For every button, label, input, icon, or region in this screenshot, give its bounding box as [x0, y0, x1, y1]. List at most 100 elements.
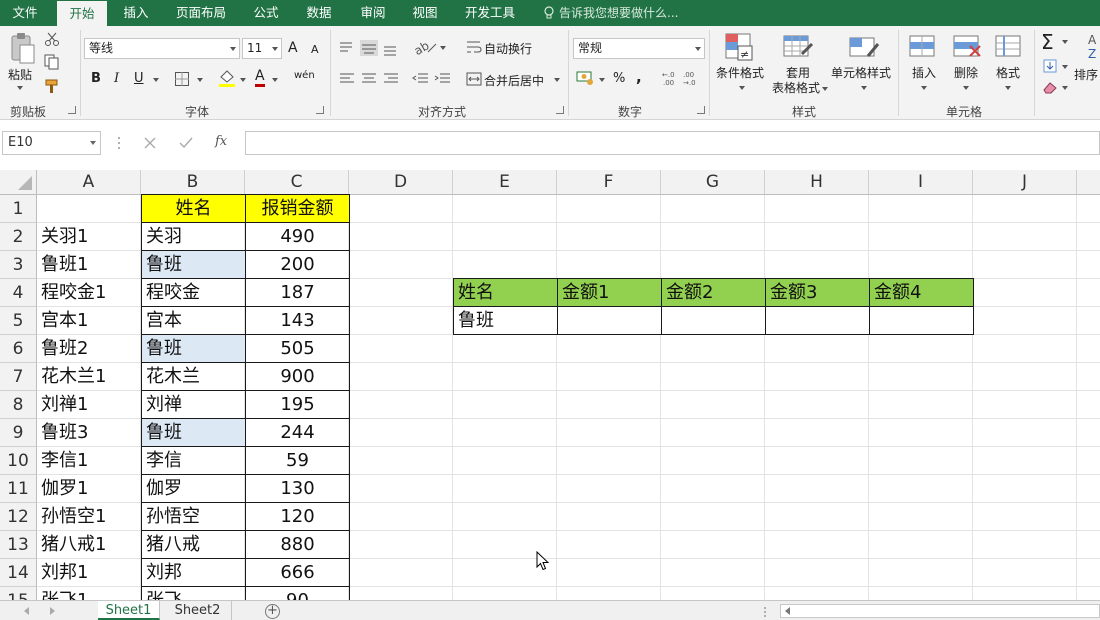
tab-home[interactable]: 开始 — [57, 1, 107, 26]
tab-view[interactable]: 视图 — [402, 0, 448, 26]
insert-cells-icon[interactable] — [908, 32, 938, 62]
cell-c14[interactable]: 666 — [245, 558, 350, 587]
autosum-button[interactable]: Σ — [1041, 30, 1054, 54]
paste-button[interactable]: 粘贴 — [8, 66, 32, 83]
decimal-buttons-icon[interactable]: ←.0.00.00→.0 — [662, 69, 702, 87]
paste-icon[interactable] — [8, 31, 36, 65]
row-header-9[interactable]: 9 — [0, 419, 37, 447]
bold-button[interactable]: B — [91, 71, 101, 86]
format-dropdown-icon[interactable] — [1005, 86, 1011, 90]
cancel-formula-icon[interactable] — [143, 136, 157, 150]
font-size-combo[interactable]: 11 — [242, 38, 282, 59]
name-box[interactable]: E10 — [2, 131, 101, 155]
cell-b9[interactable]: 鲁班 — [141, 418, 246, 447]
cell-b7[interactable]: 花木兰 — [141, 362, 246, 391]
clear-icon[interactable] — [1042, 80, 1058, 94]
insert-dropdown-icon[interactable] — [921, 86, 927, 90]
cell-c4[interactable]: 187 — [245, 278, 350, 307]
cell-styles-dropdown-icon[interactable] — [861, 86, 867, 90]
borders-icon[interactable] — [174, 71, 190, 87]
cell-c2[interactable]: 490 — [245, 222, 350, 251]
sort-filter-button[interactable]: 排序 — [1074, 66, 1098, 83]
cell-styles-button[interactable]: 单元格样式 — [830, 66, 892, 81]
percent-button[interactable]: % — [613, 71, 625, 86]
tab-formulas[interactable]: 公式 — [244, 0, 288, 26]
horizontal-align-icons[interactable] — [338, 72, 404, 86]
cell-a13[interactable]: 猪八戒1 — [37, 531, 140, 559]
row-header-8[interactable]: 8 — [0, 391, 37, 419]
underline-dropdown-icon[interactable] — [153, 78, 159, 82]
format-as-table-icon[interactable] — [782, 32, 814, 64]
column-header-c[interactable]: C — [245, 170, 349, 195]
column-header-i[interactable]: I — [869, 170, 973, 195]
alignment-launcher-icon[interactable] — [556, 106, 564, 114]
cell-a12[interactable]: 孙悟空1 — [37, 503, 140, 531]
conditional-formatting-button[interactable]: 条件格式 — [712, 66, 768, 81]
cell-h5-lookup-value[interactable] — [765, 306, 870, 335]
cell-c15[interactable]: 90 — [245, 586, 350, 600]
vertical-align-icons[interactable] — [338, 40, 404, 56]
delete-cells-button[interactable]: 删除 — [946, 66, 986, 81]
tab-page-layout[interactable]: 页面布局 — [168, 0, 234, 26]
borders-dropdown-icon[interactable] — [197, 78, 203, 82]
column-header-f[interactable]: F — [557, 170, 661, 195]
cell-c11[interactable]: 130 — [245, 474, 350, 503]
fill-dropdown-icon[interactable] — [1062, 65, 1068, 69]
cell-a10[interactable]: 李信1 — [37, 447, 140, 475]
cell-a7[interactable]: 花木兰1 — [37, 363, 140, 391]
add-sheet-icon[interactable]: + — [265, 604, 280, 619]
column-header-a[interactable]: A — [37, 170, 141, 195]
row-header-3[interactable]: 3 — [0, 251, 37, 279]
cell-a6[interactable]: 鲁班2 — [37, 335, 140, 363]
format-as-table-line1[interactable]: 套用 — [768, 66, 828, 81]
number-format-combo[interactable]: 常规 — [573, 38, 705, 59]
cell-c10[interactable]: 59 — [245, 446, 350, 475]
column-header-h[interactable]: H — [765, 170, 869, 195]
cell-b6[interactable]: 鲁班 — [141, 334, 246, 363]
paste-dropdown-icon[interactable] — [17, 86, 23, 90]
tab-review[interactable]: 审阅 — [350, 0, 396, 26]
merge-dropdown-icon[interactable] — [554, 78, 560, 82]
insert-cells-button[interactable]: 插入 — [904, 66, 944, 81]
fill-icon[interactable] — [1042, 58, 1058, 74]
cell-i5-lookup-value[interactable] — [869, 306, 974, 335]
row-header-6[interactable]: 6 — [0, 335, 37, 363]
number-launcher-icon[interactable] — [697, 106, 705, 114]
previous-sheet-icon[interactable] — [24, 607, 29, 615]
cell-b15[interactable]: 张飞 — [141, 586, 246, 600]
row-header-10[interactable]: 10 — [0, 447, 37, 475]
tab-data[interactable]: 数据 — [296, 0, 342, 26]
row-header-4[interactable]: 4 — [0, 279, 37, 307]
cell-b1-header-name[interactable]: 姓名 — [141, 194, 246, 223]
sheet-tab-sheet1[interactable]: Sheet1 — [98, 601, 160, 620]
format-painter-icon[interactable] — [44, 78, 62, 94]
tab-split-grip-icon[interactable] — [763, 606, 767, 618]
accounting-dropdown-icon[interactable] — [599, 78, 605, 82]
cell-g4-lookup-header[interactable]: 金额2 — [661, 278, 766, 307]
cell-styles-icon[interactable] — [848, 32, 880, 64]
tell-me-search[interactable]: 告诉我您想要做什么... — [543, 0, 678, 26]
column-header-j[interactable]: J — [973, 170, 1077, 195]
cell-i4-lookup-header[interactable]: 金额4 — [869, 278, 974, 307]
cell-b5[interactable]: 宫本 — [141, 306, 246, 335]
fill-dropdown-icon[interactable] — [240, 78, 246, 82]
cell-b2[interactable]: 关羽 — [141, 222, 246, 251]
clear-dropdown-icon[interactable] — [1062, 86, 1068, 90]
format-table-dropdown-icon[interactable] — [822, 87, 828, 91]
underline-button[interactable]: U — [134, 71, 144, 86]
wrap-text-icon[interactable] — [466, 40, 482, 54]
cell-g5-lookup-value[interactable] — [661, 306, 766, 335]
cell-a11[interactable]: 伽罗1 — [37, 475, 140, 503]
merge-center-icon[interactable] — [466, 72, 482, 86]
font-name-combo[interactable]: 等线 — [84, 38, 240, 59]
cell-b4[interactable]: 程咬金 — [141, 278, 246, 307]
next-sheet-icon[interactable] — [50, 607, 55, 615]
autosum-dropdown-icon[interactable] — [1062, 40, 1068, 44]
indent-icons[interactable] — [412, 72, 452, 86]
column-header-d[interactable]: D — [349, 170, 453, 195]
row-header-11[interactable]: 11 — [0, 475, 37, 503]
cell-e4-lookup-header[interactable]: 姓名 — [453, 278, 558, 307]
font-launcher-icon[interactable] — [316, 106, 324, 114]
font-color-button[interactable]: A — [255, 69, 265, 87]
row-header-12[interactable]: 12 — [0, 503, 37, 531]
